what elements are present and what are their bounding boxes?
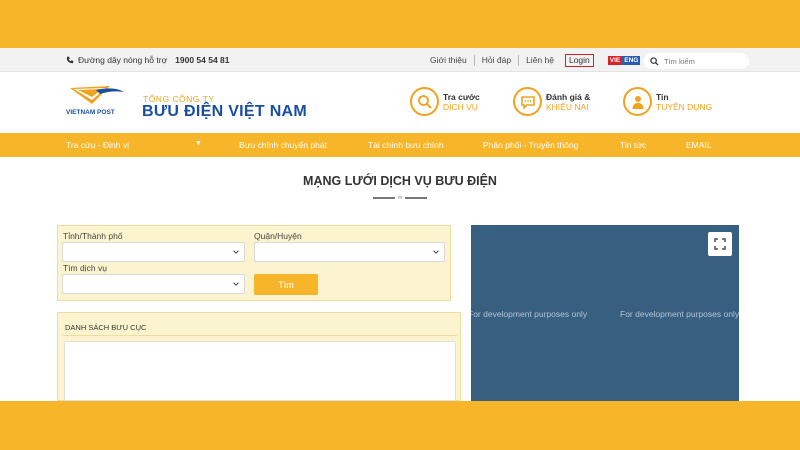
search-icon[interactable] [650,56,659,66]
nav-item-postal[interactable]: Bưu chính chuyển phát [239,140,327,150]
province-label: Tỉnh/Thành phố [63,231,123,241]
page-title: MẠNG LƯỚI DỊCH VỤ BƯU ĐIỆN [303,174,497,188]
bottom-yellow-band [0,401,800,450]
service-recruitment-line2: TUYỂN DỤNG [656,101,713,112]
main-nav: Tra cứu - Định vị ▼ Bưu chính chuyển phá… [0,133,800,157]
login-button[interactable]: Login [564,54,594,67]
nav-item-email[interactable]: EMAIL [686,140,712,150]
nav-item-distribution[interactable]: Phân phối - Truyền thông [483,140,578,150]
service-recruitment-line1: Tin [656,91,669,102]
logo-mark-icon [70,86,124,104]
hotline-label: Đường dây nóng hỗ trợ [78,55,168,65]
chevron-down-icon [233,282,239,286]
nav-item-finance[interactable]: Tài chính bưu chính [368,140,444,150]
link-about[interactable]: Giới thiệu [423,55,475,66]
top-yellow-band [0,0,800,48]
service-lookup-line2: DỊCH VỤ [443,101,478,112]
service-feedback-text: Đánh giá & KHIẾU NẠI [546,92,590,112]
service-feedback-line2: KHIẾU NẠI [546,101,589,112]
post-office-list[interactable] [64,341,456,401]
logo-text: VIETNAM POST [66,109,115,116]
service-recruitment[interactable]: Tin TUYỂN DỤNG [623,87,712,116]
phone-icon [66,56,74,64]
map-view[interactable]: For development purposes only For develo… [471,225,739,401]
service-recruitment-text: Tin TUYỂN DỤNG [656,92,712,112]
language-switcher: VIE ENG [607,56,641,65]
link-faq[interactable]: Hỏi đáp [475,55,520,66]
chevron-down-icon [433,250,439,254]
fullscreen-icon [714,238,726,250]
service-recruitment-circle [623,87,652,116]
fullscreen-button[interactable] [708,232,732,256]
service-select[interactable] [62,274,245,294]
chevron-down-icon [233,250,239,254]
post-office-list-panel: DANH SÁCH BƯU CỤC [57,312,461,401]
district-label: Quận/Huyện [254,231,302,241]
divider-line-left [373,197,395,199]
service-lookup-line1: Tra cước [443,91,480,102]
hotline-number[interactable]: 1900 54 54 81 [175,55,229,65]
district-select[interactable] [254,242,445,262]
hotline: Đường dây nóng hỗ trợ 1900 54 54 81 [66,55,230,65]
nav-item-news[interactable]: Tin tức [620,140,646,150]
service-feedback-circle [513,87,542,116]
service-feedback[interactable]: Đánh giá & KHIẾU NẠI [513,87,590,116]
lang-vi-button[interactable]: VIE [607,56,623,65]
chevron-down-icon[interactable]: ▼ [195,140,202,147]
nav-item-lookup[interactable]: Tra cứu - Định vị [66,140,129,150]
top-links: Giới thiệu Hỏi đáp Liên hệ Login VIE ENG [423,54,641,67]
find-button[interactable]: Tìm [254,274,318,295]
service-lookup-text: Tra cước DỊCH VỤ [443,92,480,112]
site-header: VIETNAM POST TỔNG CÔNG TY BƯU ĐIỆN VIỆT … [0,72,800,133]
map-watermark: For development purposes only [620,309,739,319]
search-box [644,53,749,69]
divider-line-right [405,197,428,199]
search-icon [417,94,432,109]
vietnam-post-logo[interactable]: VIETNAM POST [66,82,128,116]
chat-icon [520,95,535,110]
map-watermark: For development purposes only [471,309,588,319]
service-label: Tìm dịch vụ [63,263,107,273]
service-lookup-circle [410,87,439,116]
service-feedback-line1: Đánh giá & [546,91,591,102]
post-office-list-title: DANH SÁCH BƯU CỤC [65,323,147,332]
search-input[interactable] [664,56,744,66]
service-lookup-fee[interactable]: Tra cước DỊCH VỤ [410,87,480,116]
brand-title: BƯU ĐIỆN VIỆT NAM [142,103,308,120]
user-icon [632,95,643,109]
title-divider: ∞ [373,195,428,201]
lang-en-button[interactable]: ENG [622,56,641,65]
province-select[interactable] [62,242,245,262]
link-contact[interactable]: Liên hệ [519,55,561,66]
list-divider [63,335,457,336]
divider-ornament-icon: ∞ [398,195,403,201]
